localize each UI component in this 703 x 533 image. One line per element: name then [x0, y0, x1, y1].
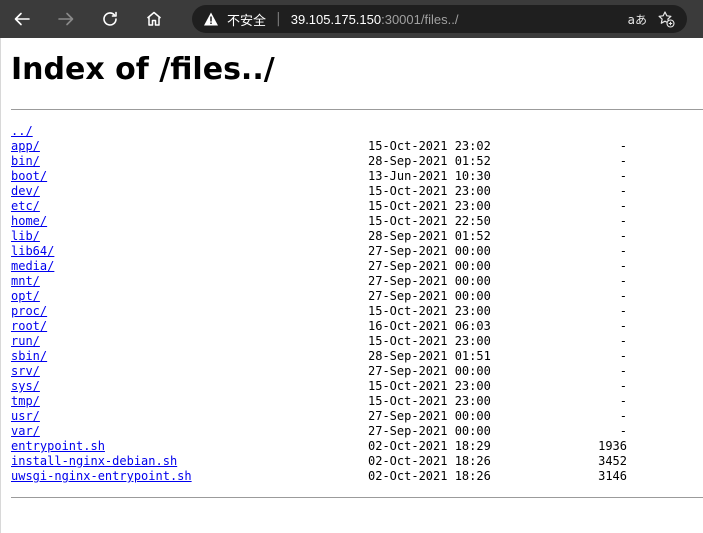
refresh-icon [103, 11, 117, 26]
file-date: 28-Sep-2021 01:51 [368, 349, 491, 363]
file-date: 27-Sep-2021 00:00 [368, 364, 491, 378]
back-icon [14, 12, 30, 26]
file-date: 15-Oct-2021 23:00 [368, 379, 491, 393]
file-size: - [619, 229, 627, 243]
browser-toolbar: 不安全 | 39.105.175.150:30001/files../ aあ [0, 0, 703, 38]
file-date: 15-Oct-2021 23:00 [368, 199, 491, 213]
file-link[interactable]: ../ [11, 124, 33, 139]
file-link[interactable]: tmp/ [11, 394, 40, 409]
file-size: 1936 [598, 439, 627, 453]
file-date: 16-Oct-2021 06:03 [368, 319, 491, 333]
home-icon [147, 11, 161, 26]
file-link[interactable]: srv/ [11, 364, 40, 379]
file-date: 15-Oct-2021 23:00 [368, 394, 491, 408]
file-date: 15-Oct-2021 22:50 [368, 214, 491, 228]
url-host: 39.105.175.150 [290, 11, 382, 27]
file-size: - [619, 364, 627, 378]
file-size: - [619, 289, 627, 303]
file-link[interactable]: root/ [11, 319, 47, 334]
file-size: - [619, 394, 627, 408]
forward-button[interactable] [44, 0, 88, 38]
file-size: - [619, 199, 627, 213]
file-link[interactable]: install-nginx-debian.sh [11, 454, 177, 469]
file-size: - [619, 319, 627, 333]
address-separator: | [276, 11, 281, 27]
file-size: - [619, 259, 627, 273]
file-date: 15-Oct-2021 23:02 [368, 139, 491, 153]
file-link[interactable]: dev/ [11, 184, 40, 199]
file-link[interactable]: entrypoint.sh [11, 439, 105, 454]
file-size: - [619, 139, 627, 153]
file-size: - [619, 214, 627, 228]
file-date: 02-Oct-2021 18:26 [368, 469, 491, 483]
file-date: 15-Oct-2021 23:00 [368, 304, 491, 318]
file-size: 3452 [598, 454, 627, 468]
file-date: 02-Oct-2021 18:26 [368, 454, 491, 468]
address-bar[interactable]: 不安全 | 39.105.175.150:30001/files../ aあ [192, 5, 687, 33]
file-link[interactable]: usr/ [11, 409, 40, 424]
url-text[interactable]: 39.105.175.150:30001/files../ [291, 12, 459, 27]
file-link[interactable]: lib64/ [11, 244, 54, 259]
file-date: 15-Oct-2021 23:00 [368, 184, 491, 198]
file-size: - [619, 304, 627, 318]
file-link[interactable]: proc/ [11, 304, 47, 319]
warning-icon[interactable] [203, 11, 219, 27]
file-link[interactable]: sbin/ [11, 349, 47, 364]
refresh-button[interactable] [88, 0, 132, 38]
bottom-divider [11, 497, 703, 498]
file-link[interactable]: var/ [11, 424, 40, 439]
file-date: 02-Oct-2021 18:29 [368, 439, 491, 453]
file-date: 27-Sep-2021 00:00 [368, 289, 491, 303]
page-title: Index of /files../ [11, 52, 275, 87]
file-link[interactable]: uwsgi-nginx-entrypoint.sh [11, 469, 192, 484]
file-date: 27-Sep-2021 00:00 [368, 424, 491, 438]
file-link[interactable]: lib/ [11, 229, 40, 244]
file-link[interactable]: bin/ [11, 154, 40, 169]
file-size: - [619, 409, 627, 423]
file-link[interactable]: boot/ [11, 169, 47, 184]
favorite-add-icon[interactable] [657, 10, 675, 28]
page-content: Index of /files../ ../app/15-Oct-2021 23… [0, 38, 703, 533]
file-date: 15-Oct-2021 23:00 [368, 334, 491, 348]
file-size: - [619, 244, 627, 258]
top-divider [11, 109, 703, 110]
file-date: 27-Sep-2021 00:00 [368, 274, 491, 288]
file-date: 28-Sep-2021 01:52 [368, 229, 491, 243]
file-link[interactable]: etc/ [11, 199, 40, 214]
file-size: - [619, 424, 627, 438]
file-link[interactable]: app/ [11, 139, 40, 154]
file-link[interactable]: opt/ [11, 289, 40, 304]
file-date: 13-Jun-2021 10:30 [368, 169, 491, 183]
file-size: - [619, 334, 627, 348]
file-link[interactable]: mnt/ [11, 274, 40, 289]
file-size: - [619, 274, 627, 288]
url-path: :30001/files../ [381, 11, 459, 27]
file-size: 3146 [598, 469, 627, 483]
file-size: - [619, 169, 627, 183]
forward-icon [58, 12, 74, 26]
file-size: - [619, 184, 627, 198]
file-date: 27-Sep-2021 00:00 [368, 244, 491, 258]
file-link[interactable]: media/ [11, 259, 54, 274]
back-button[interactable] [0, 0, 44, 38]
file-date: 27-Sep-2021 00:00 [368, 409, 491, 423]
file-link[interactable]: home/ [11, 214, 47, 229]
file-link[interactable]: sys/ [11, 379, 40, 394]
file-size: - [619, 154, 627, 168]
file-size: - [619, 349, 627, 363]
security-label[interactable]: 不安全 [227, 10, 266, 29]
read-aloud-icon[interactable]: aあ [628, 11, 647, 28]
file-size: - [619, 379, 627, 393]
home-button[interactable] [132, 0, 176, 38]
file-link[interactable]: run/ [11, 334, 40, 349]
file-date: 27-Sep-2021 00:00 [368, 259, 491, 273]
file-date: 28-Sep-2021 01:52 [368, 154, 491, 168]
